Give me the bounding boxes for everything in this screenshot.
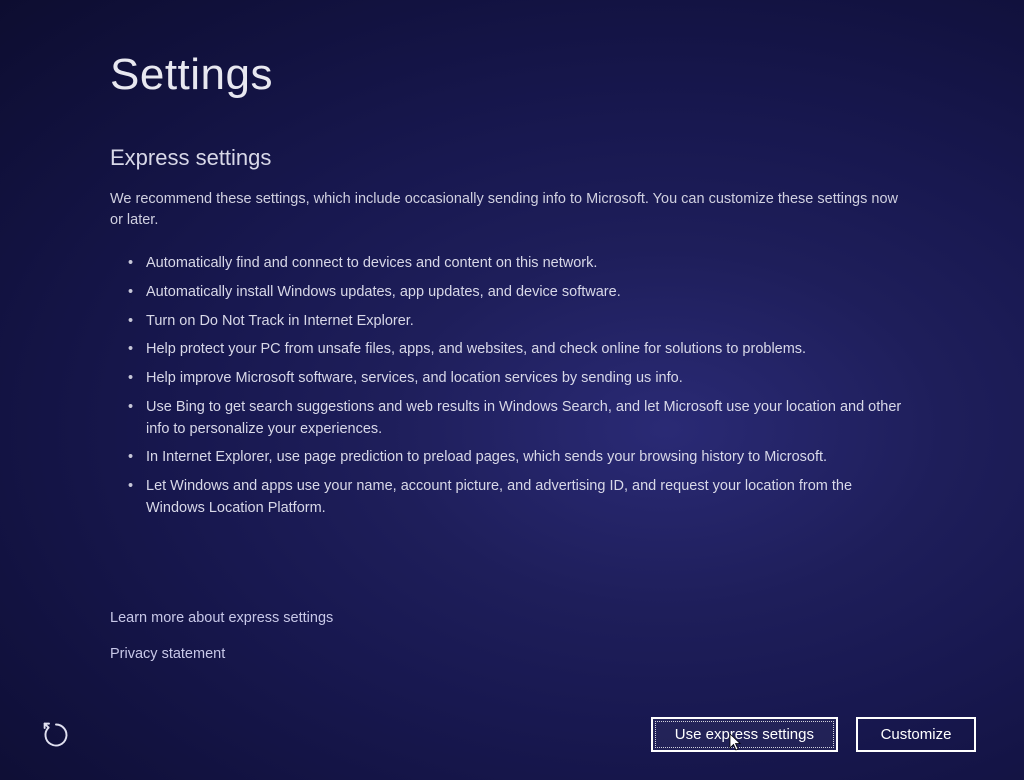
learn-more-link[interactable]: Learn more about express settings — [110, 610, 914, 626]
list-item: Turn on Do Not Track in Internet Explore… — [128, 311, 914, 333]
ease-of-access-icon[interactable] — [40, 719, 72, 751]
list-item: Help protect your PC from unsafe files, … — [128, 339, 914, 361]
list-item: Automatically install Windows updates, a… — [128, 282, 914, 304]
page-title: Settings — [110, 50, 914, 100]
customize-button[interactable]: Customize — [856, 717, 976, 752]
privacy-statement-link[interactable]: Privacy statement — [110, 646, 914, 662]
list-item: Let Windows and apps use your name, acco… — [128, 476, 914, 520]
settings-list: Automatically find and connect to device… — [110, 253, 914, 520]
section-title: Express settings — [110, 145, 914, 171]
list-item: Use Bing to get search suggestions and w… — [128, 397, 914, 441]
list-item: Automatically find and connect to device… — [128, 253, 914, 275]
section-description: We recommend these settings, which inclu… — [110, 189, 914, 231]
list-item: Help improve Microsoft software, service… — [128, 368, 914, 390]
use-express-settings-button[interactable]: Use express settings — [651, 717, 838, 752]
list-item: In Internet Explorer, use page predictio… — [128, 447, 914, 469]
